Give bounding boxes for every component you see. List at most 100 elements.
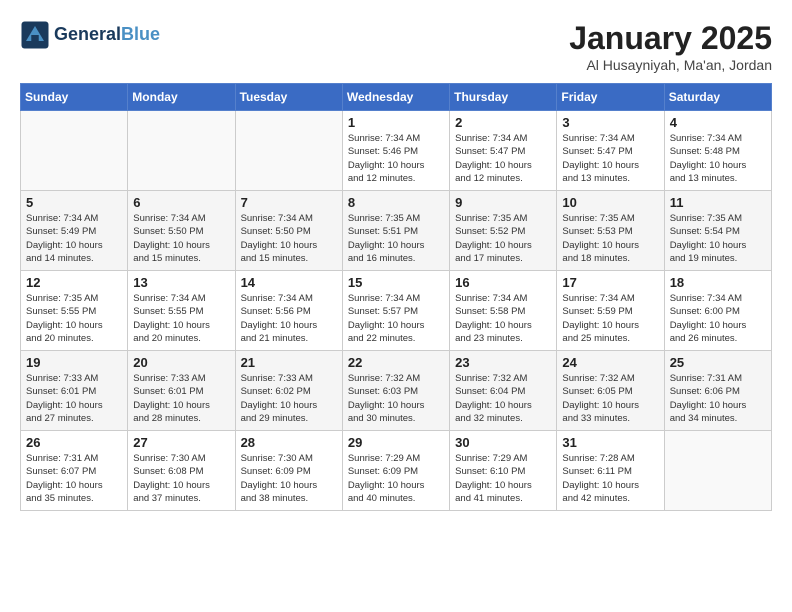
day-number: 16 (455, 275, 551, 290)
calendar-cell: 6Sunrise: 7:34 AM Sunset: 5:50 PM Daylig… (128, 191, 235, 271)
weekday-header-sunday: Sunday (21, 84, 128, 111)
day-info: Sunrise: 7:30 AM Sunset: 6:08 PM Dayligh… (133, 452, 229, 505)
calendar-cell: 10Sunrise: 7:35 AM Sunset: 5:53 PM Dayli… (557, 191, 664, 271)
day-info: Sunrise: 7:29 AM Sunset: 6:09 PM Dayligh… (348, 452, 444, 505)
calendar-cell: 7 Sunrise: 7:34 AM Sunset: 5:50 PM Daylig… (235, 191, 342, 271)
day-number: 23 (455, 355, 551, 370)
day-info: Sunrise: 7:34 AM Sunset: 5:57 PM Dayligh… (348, 292, 444, 345)
day-number: 7 (241, 195, 337, 210)
calendar-cell: 19 Sunrise: 7:33 AM Sunset: 6:01 PM Dayli… (21, 351, 128, 431)
calendar-cell (235, 111, 342, 191)
day-number: 13 (133, 275, 229, 290)
logo: GeneralBlue (20, 20, 160, 50)
calendar-cell: 28 Sunrise: 7:30 AM Sunset: 6:09 PM Dayli… (235, 431, 342, 511)
day-info: Sunrise: 7:28 AM Sunset: 6:11 PM Dayligh… (562, 452, 658, 505)
day-number: 14 (241, 275, 337, 290)
day-number: 27 (133, 435, 229, 450)
calendar-cell: 25 Sunrise: 7:31 AM Sunset: 6:06 PM Dayli… (664, 351, 771, 431)
calendar-cell: 20 Sunrise: 7:33 AM Sunset: 6:01 PM Dayli… (128, 351, 235, 431)
day-number: 22 (348, 355, 444, 370)
calendar-cell: 15 Sunrise: 7:34 AM Sunset: 5:57 PM Dayli… (342, 271, 449, 351)
day-number: 24 (562, 355, 658, 370)
day-info: Sunrise: 7:35 AM Sunset: 5:55 PM Dayligh… (26, 292, 122, 345)
logo-icon (20, 20, 50, 50)
day-number: 2 (455, 115, 551, 130)
day-info: Sunrise: 7:35 AM Sunset: 5:52 PM Dayligh… (455, 212, 551, 265)
day-number: 8 (348, 195, 444, 210)
calendar-cell: 13Sunrise: 7:34 AM Sunset: 5:55 PM Dayli… (128, 271, 235, 351)
day-info: Sunrise: 7:35 AM Sunset: 5:54 PM Dayligh… (670, 212, 766, 265)
calendar-week-5: 26 Sunrise: 7:31 AM Sunset: 6:07 PM Dayli… (21, 431, 772, 511)
month-title: January 2025 (569, 20, 772, 57)
day-number: 5 (26, 195, 122, 210)
day-info: Sunrise: 7:32 AM Sunset: 6:05 PM Dayligh… (562, 372, 658, 425)
day-number: 6 (133, 195, 229, 210)
calendar-table: SundayMondayTuesdayWednesdayThursdayFrid… (20, 83, 772, 511)
calendar-cell: 31 Sunrise: 7:28 AM Sunset: 6:11 PM Dayli… (557, 431, 664, 511)
day-info: Sunrise: 7:30 AM Sunset: 6:09 PM Dayligh… (241, 452, 337, 505)
calendar-cell (664, 431, 771, 511)
calendar-week-2: 5 Sunrise: 7:34 AM Sunset: 5:49 PM Daylig… (21, 191, 772, 271)
day-number: 1 (348, 115, 444, 130)
day-info: Sunrise: 7:35 AM Sunset: 5:53 PM Dayligh… (562, 212, 658, 265)
calendar-week-4: 19 Sunrise: 7:33 AM Sunset: 6:01 PM Dayli… (21, 351, 772, 431)
day-info: Sunrise: 7:34 AM Sunset: 5:47 PM Dayligh… (562, 132, 658, 185)
day-info: Sunrise: 7:34 AM Sunset: 5:47 PM Dayligh… (455, 132, 551, 185)
day-number: 18 (670, 275, 766, 290)
day-info: Sunrise: 7:32 AM Sunset: 6:03 PM Dayligh… (348, 372, 444, 425)
calendar-cell (128, 111, 235, 191)
calendar-cell: 21 Sunrise: 7:33 AM Sunset: 6:02 PM Dayli… (235, 351, 342, 431)
logo-text: GeneralBlue (54, 24, 160, 46)
day-info: Sunrise: 7:33 AM Sunset: 6:01 PM Dayligh… (26, 372, 122, 425)
day-number: 12 (26, 275, 122, 290)
calendar-cell (21, 111, 128, 191)
day-info: Sunrise: 7:32 AM Sunset: 6:04 PM Dayligh… (455, 372, 551, 425)
title-block: January 2025 Al Husayniyah, Ma'an, Jorda… (569, 20, 772, 73)
day-number: 3 (562, 115, 658, 130)
calendar-cell: 16Sunrise: 7:34 AM Sunset: 5:58 PM Dayli… (450, 271, 557, 351)
calendar-cell: 14 Sunrise: 7:34 AM Sunset: 5:56 PM Dayli… (235, 271, 342, 351)
calendar-cell: 27 Sunrise: 7:30 AM Sunset: 6:08 PM Dayli… (128, 431, 235, 511)
day-info: Sunrise: 7:34 AM Sunset: 5:56 PM Dayligh… (241, 292, 337, 345)
calendar-week-1: 1 Sunrise: 7:34 AM Sunset: 5:46 PM Daylig… (21, 111, 772, 191)
day-number: 26 (26, 435, 122, 450)
calendar-cell: 1 Sunrise: 7:34 AM Sunset: 5:46 PM Daylig… (342, 111, 449, 191)
day-info: Sunrise: 7:35 AM Sunset: 5:51 PM Dayligh… (348, 212, 444, 265)
day-number: 4 (670, 115, 766, 130)
weekday-header-saturday: Saturday (664, 84, 771, 111)
calendar-cell: 17 Sunrise: 7:34 AM Sunset: 5:59 PM Dayli… (557, 271, 664, 351)
calendar-cell: 29 Sunrise: 7:29 AM Sunset: 6:09 PM Dayli… (342, 431, 449, 511)
calendar-cell: 12 Sunrise: 7:35 AM Sunset: 5:55 PM Dayli… (21, 271, 128, 351)
day-number: 15 (348, 275, 444, 290)
day-info: Sunrise: 7:31 AM Sunset: 6:07 PM Dayligh… (26, 452, 122, 505)
day-number: 17 (562, 275, 658, 290)
calendar-cell: 23 Sunrise: 7:32 AM Sunset: 6:04 PM Dayli… (450, 351, 557, 431)
calendar-cell: 2 Sunrise: 7:34 AM Sunset: 5:47 PM Daylig… (450, 111, 557, 191)
day-number: 28 (241, 435, 337, 450)
day-info: Sunrise: 7:34 AM Sunset: 5:46 PM Dayligh… (348, 132, 444, 185)
day-info: Sunrise: 7:34 AM Sunset: 5:49 PM Dayligh… (26, 212, 122, 265)
weekday-header-wednesday: Wednesday (342, 84, 449, 111)
day-number: 31 (562, 435, 658, 450)
day-number: 29 (348, 435, 444, 450)
day-info: Sunrise: 7:31 AM Sunset: 6:06 PM Dayligh… (670, 372, 766, 425)
day-number: 11 (670, 195, 766, 210)
day-info: Sunrise: 7:34 AM Sunset: 5:50 PM Dayligh… (241, 212, 337, 265)
day-number: 21 (241, 355, 337, 370)
calendar-cell: 22 Sunrise: 7:32 AM Sunset: 6:03 PM Dayli… (342, 351, 449, 431)
day-info: Sunrise: 7:33 AM Sunset: 6:02 PM Dayligh… (241, 372, 337, 425)
calendar-cell: 8 Sunrise: 7:35 AM Sunset: 5:51 PM Daylig… (342, 191, 449, 271)
day-number: 9 (455, 195, 551, 210)
day-info: Sunrise: 7:29 AM Sunset: 6:10 PM Dayligh… (455, 452, 551, 505)
calendar-cell: 30Sunrise: 7:29 AM Sunset: 6:10 PM Dayli… (450, 431, 557, 511)
day-number: 19 (26, 355, 122, 370)
calendar-week-3: 12 Sunrise: 7:35 AM Sunset: 5:55 PM Dayli… (21, 271, 772, 351)
day-info: Sunrise: 7:34 AM Sunset: 5:59 PM Dayligh… (562, 292, 658, 345)
day-number: 25 (670, 355, 766, 370)
calendar-cell: 5 Sunrise: 7:34 AM Sunset: 5:49 PM Daylig… (21, 191, 128, 271)
day-number: 20 (133, 355, 229, 370)
calendar-cell: 4Sunrise: 7:34 AM Sunset: 5:48 PM Daylig… (664, 111, 771, 191)
day-info: Sunrise: 7:33 AM Sunset: 6:01 PM Dayligh… (133, 372, 229, 425)
calendar-cell: 18Sunrise: 7:34 AM Sunset: 6:00 PM Dayli… (664, 271, 771, 351)
page-header: GeneralBlue January 2025 Al Husayniyah, … (20, 20, 772, 73)
